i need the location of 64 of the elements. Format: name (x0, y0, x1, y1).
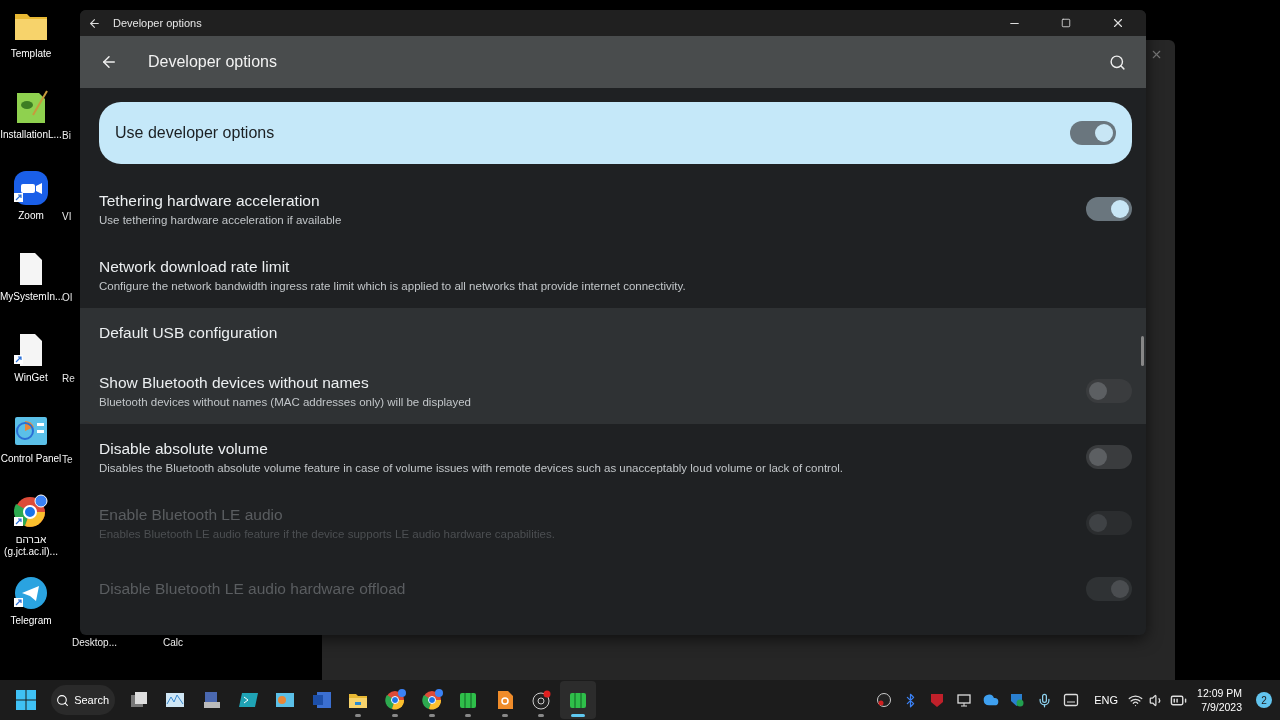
cloud-icon[interactable] (982, 692, 999, 708)
toggle-switch[interactable] (1086, 197, 1132, 221)
icon-label[interactable]: Calc (163, 637, 184, 649)
setting-title: Disable absolute volume (99, 440, 269, 458)
setting-row[interactable]: Network download rate limit Configure the network bandwidth ingress rate limit which is applied to all networks that provide internet connectivity. (80, 242, 1146, 308)
toggle-switch[interactable] (1086, 379, 1132, 403)
chrome-icon[interactable] (384, 689, 407, 711)
record-icon[interactable] (530, 689, 553, 711)
document-icon[interactable] (310, 689, 333, 711)
setting-row[interactable]: Default USB configuration (80, 308, 1146, 358)
icon-label[interactable]: VI (62, 211, 78, 223)
icon-label[interactable]: אברהם (g.jct.ac.il)... (0, 534, 62, 558)
clock[interactable]: 12:09 PM 7/9/2023 (1197, 686, 1242, 714)
setting-row[interactable]: Disable absolute volume Disables the Bluetooth absolute volume feature in case of volume issues with remote devices such as unacceptably loud volume or lack of control. (80, 424, 1146, 490)
toggle-switch[interactable] (1070, 121, 1116, 145)
setting-summary: Bluetooth devices without names (MAC addresses only) will be displayed (99, 396, 472, 408)
search-button[interactable]: Search (50, 685, 115, 715)
shield-icon[interactable] (930, 692, 945, 708)
icon-label[interactable]: Zoom (0, 210, 62, 222)
icon-label[interactable]: Desktop... (72, 637, 118, 649)
icon-label[interactable]: Telegram (0, 615, 62, 627)
back-icon[interactable] (88, 16, 101, 30)
setting-row[interactable]: Show Bluetooth devices without names Bluetooth devices without names (MAC addresses only) will be displayed (80, 358, 1146, 424)
notification-badge[interactable]: 2 (1256, 692, 1272, 708)
setting-summary: Disables the Bluetooth absolute volume feature in case of volume issues with remote devices such as unacceptably loud volume or lack of control. (99, 462, 845, 474)
icon-label[interactable]: Control Panel (0, 453, 62, 465)
setting-row[interactable]: Tethering hardware acceleration Use tethering hardware acceleration if available (80, 176, 1146, 242)
setting-summary: Use tethering hardware acceleration if available (99, 214, 343, 226)
close-icon[interactable] (1111, 16, 1125, 30)
microphone-icon[interactable] (1036, 692, 1052, 708)
toggle-switch[interactable] (1086, 445, 1132, 469)
windows-icon[interactable] (16, 690, 37, 710)
setting-title: Network download rate limit (99, 258, 291, 276)
setting-title: Enable Bluetooth LE audio (99, 506, 284, 524)
record-icon[interactable] (876, 692, 893, 708)
icon-label[interactable]: Te (62, 454, 78, 466)
icon-label[interactable]: Re (62, 373, 78, 385)
icon-label[interactable]: Template (0, 48, 62, 60)
icon-label[interactable]: WinGet (0, 372, 62, 384)
scrollbar[interactable] (1141, 336, 1144, 366)
shield-icon[interactable] (1009, 692, 1026, 708)
language-indicator[interactable]: ENG (1094, 694, 1119, 706)
setting-summary: Configure the network bandwidth ingress rate limit which is applied to all networks that provide internet connectivity. (99, 280, 687, 292)
main-switch-card[interactable]: Use developer options (99, 102, 1132, 164)
computer-icon[interactable] (956, 692, 973, 708)
window-title: Developer options (113, 17, 203, 29)
switch-label: Use developer options (115, 124, 276, 142)
page-title: Developer options (148, 53, 278, 71)
setting-title: Default USB configuration (99, 324, 279, 342)
search-icon[interactable] (1109, 53, 1126, 71)
icon-label[interactable]: OI (62, 292, 78, 304)
setting-title: Show Bluetooth devices without names (99, 374, 370, 392)
tablet-icon[interactable] (1062, 693, 1079, 707)
setting-title: Disable Bluetooth LE audio hardware offload (99, 580, 407, 598)
chrome-icon[interactable] (420, 689, 443, 711)
back-icon[interactable] (100, 53, 118, 71)
wifi-icon[interactable] (1128, 692, 1144, 708)
maximize-icon[interactable] (1061, 18, 1071, 28)
icon-label[interactable]: Bi (62, 130, 78, 142)
taskbar-button[interactable] (559, 681, 597, 719)
search-icon (56, 693, 70, 707)
setting-title: Tethering hardware acceleration (99, 192, 321, 210)
icon-label[interactable]: InstallationL... (0, 129, 62, 141)
icon-label[interactable]: MySystemIn... (0, 291, 62, 303)
